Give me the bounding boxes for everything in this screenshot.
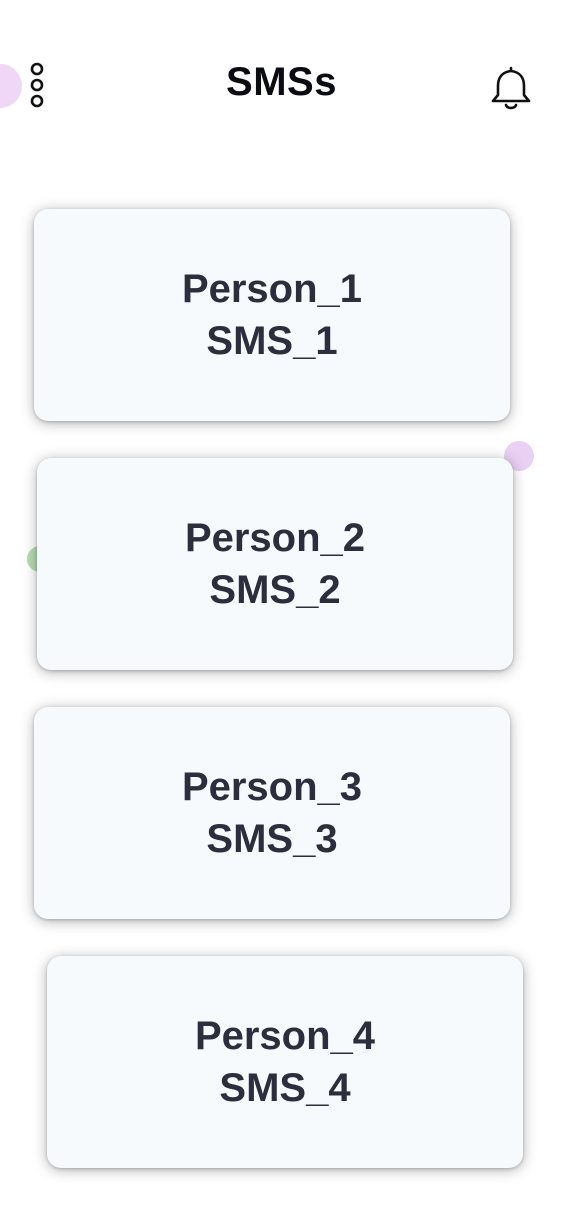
message-card[interactable]: Person_3 SMS_3: [34, 707, 510, 919]
notifications-button[interactable]: [488, 64, 534, 112]
card-sms-text: SMS_3: [206, 817, 338, 861]
sms-list-screen: SMSs Person_1 SMS_1 Person_2 SMS_2 Perso…: [0, 0, 563, 1218]
message-card[interactable]: Person_2 SMS_2: [37, 458, 513, 670]
message-card[interactable]: Person_1 SMS_1: [34, 209, 510, 421]
card-person-name: Person_3: [181, 765, 363, 809]
page-title: SMSs: [226, 60, 337, 104]
message-card[interactable]: Person_4 SMS_4: [47, 956, 523, 1168]
card-sms-text: SMS_2: [209, 568, 341, 612]
card-person-name: Person_1: [181, 267, 363, 311]
card-person-name: Person_4: [194, 1014, 376, 1058]
bell-icon: [491, 66, 531, 110]
app-header: SMSs: [0, 0, 563, 170]
card-sms-text: SMS_4: [219, 1066, 351, 1110]
card-sms-text: SMS_1: [206, 319, 338, 363]
card-person-name: Person_2: [184, 516, 366, 560]
